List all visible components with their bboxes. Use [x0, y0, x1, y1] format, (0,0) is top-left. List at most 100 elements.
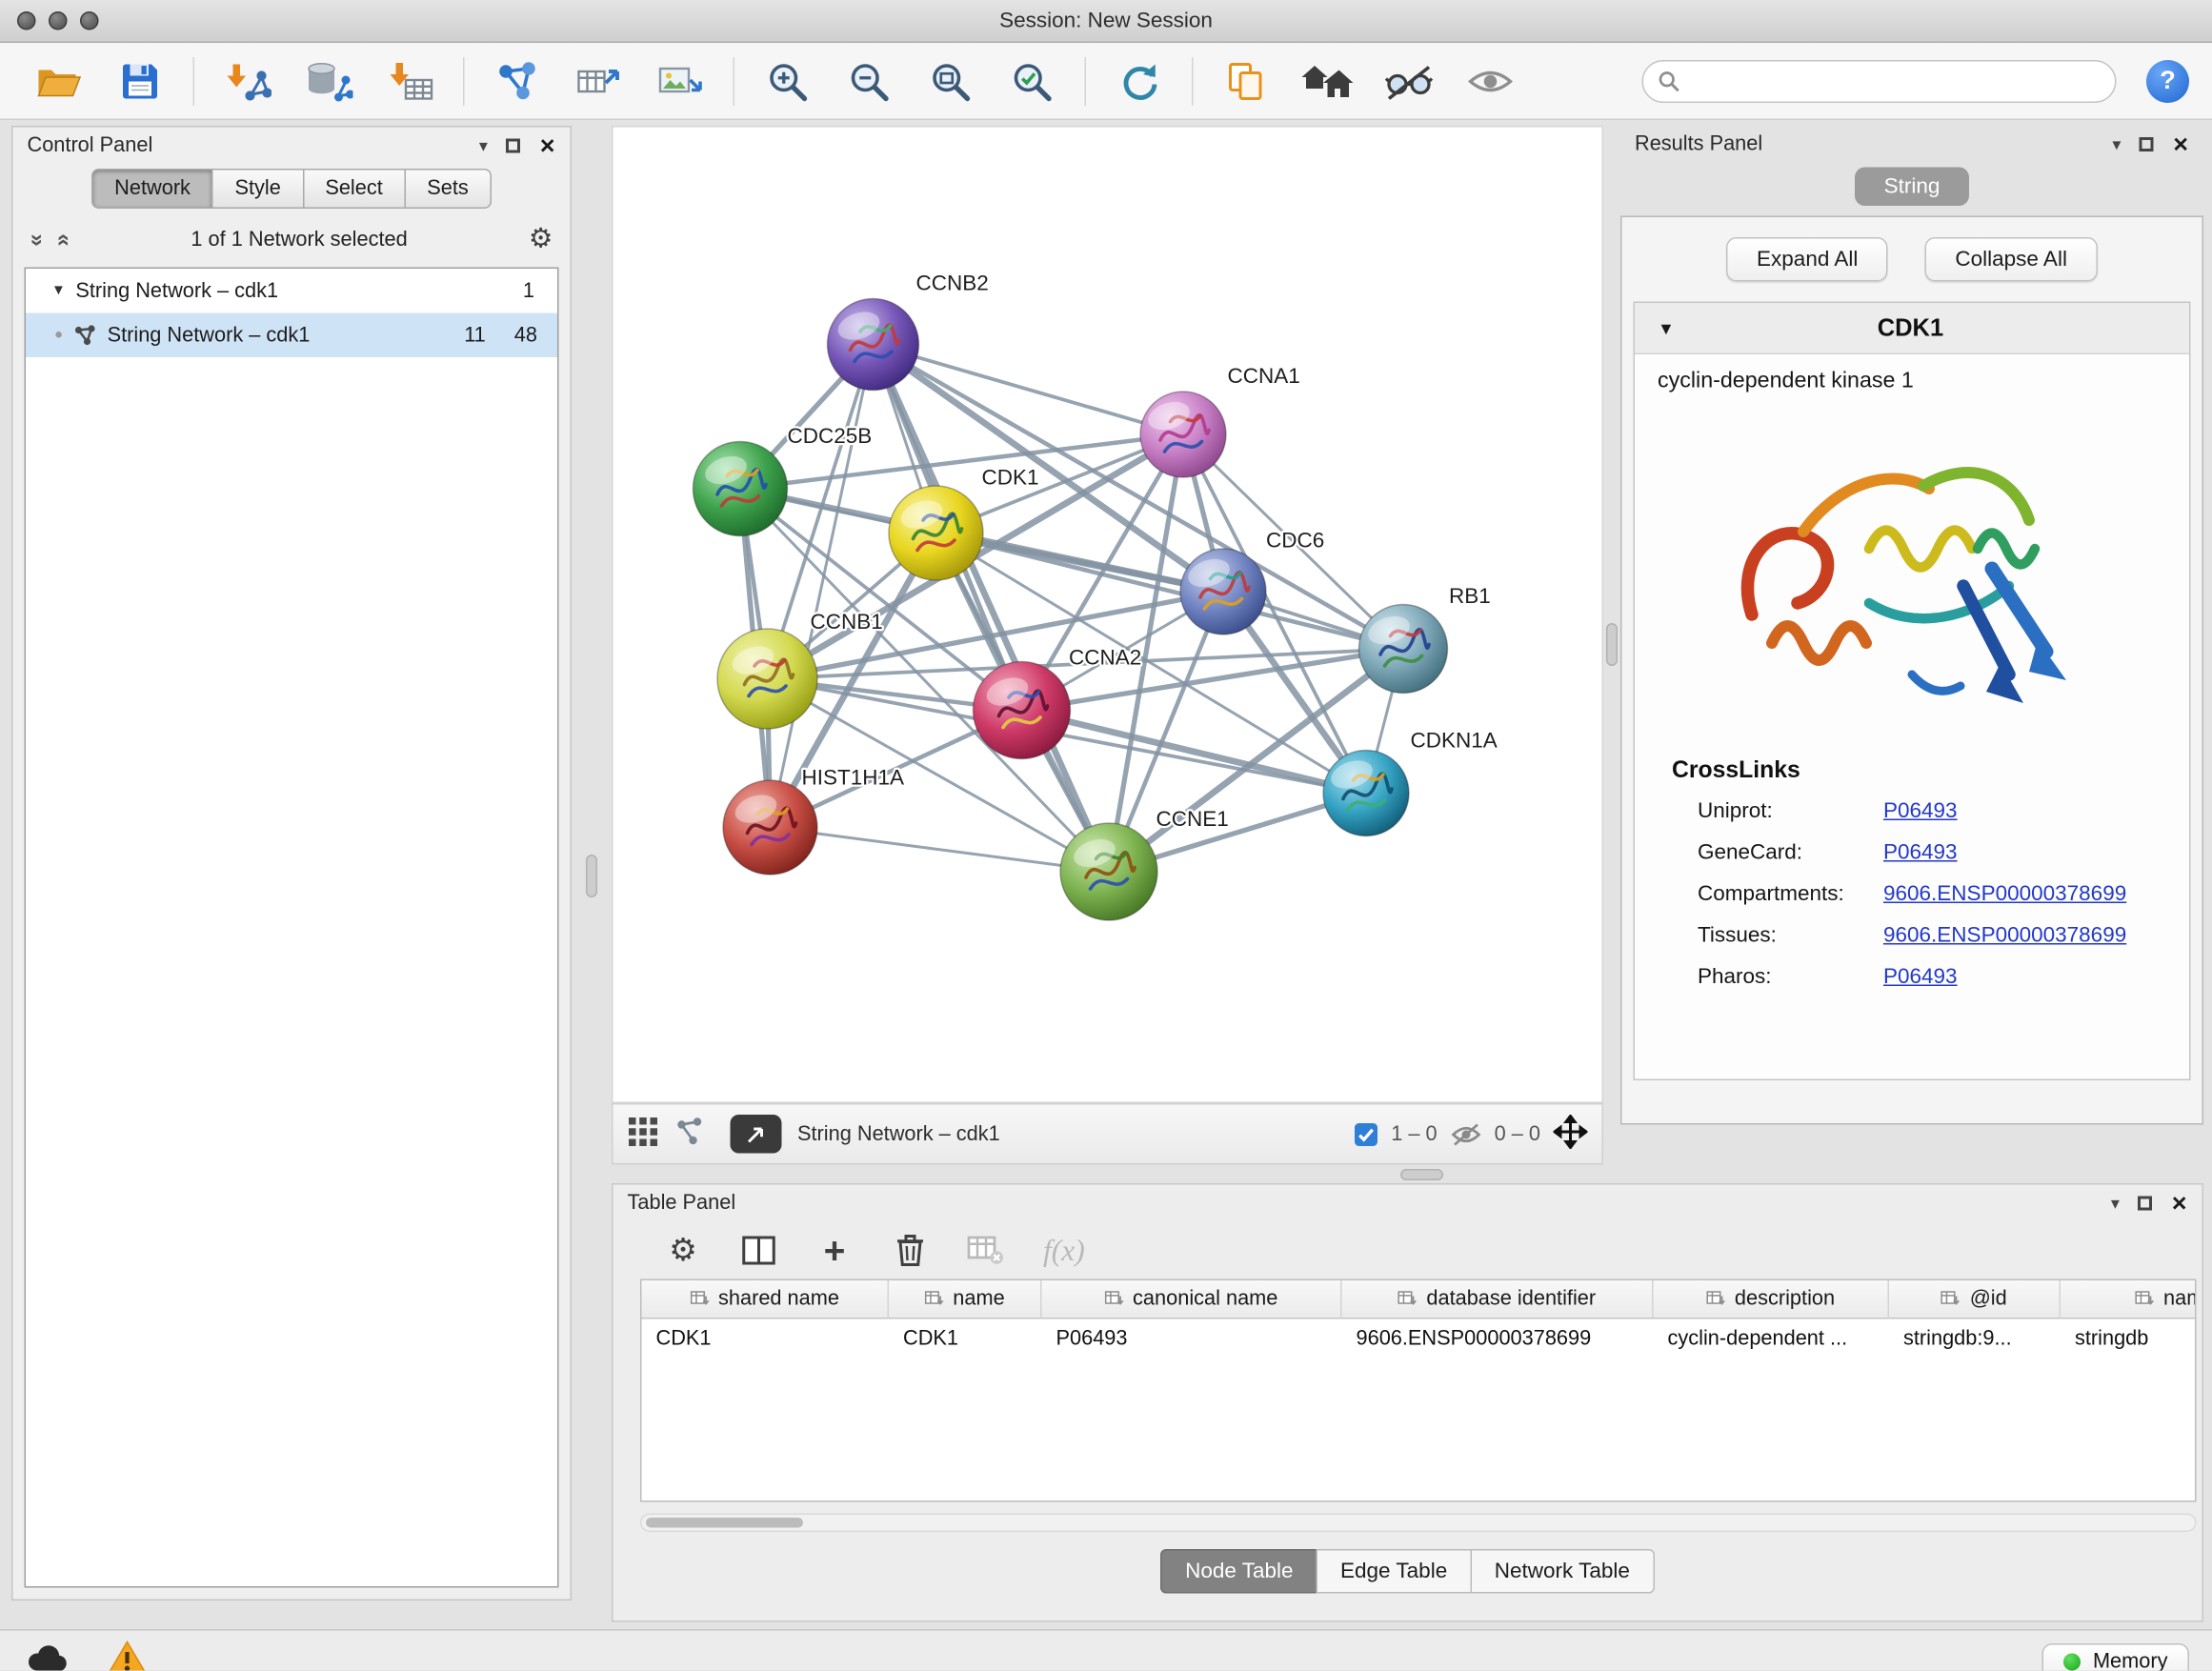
table-cell[interactable]: stringdb:9...	[1889, 1328, 2061, 1351]
tab-edge-table[interactable]: Edge Table	[1317, 1549, 1472, 1594]
table-cell[interactable]: CDK1	[889, 1328, 1042, 1351]
float-panel-icon[interactable]: ▾	[2111, 1194, 2120, 1214]
right-splitter-handle[interactable]	[1606, 623, 1618, 666]
crosslink-link[interactable]: P06493	[1883, 840, 1958, 865]
table-cell[interactable]: 9606.ENSP00000378699	[1342, 1328, 1654, 1351]
horizontal-splitter-handle[interactable]	[1400, 1169, 1443, 1180]
table-cell[interactable]: P06493	[1042, 1328, 1342, 1351]
network-node-CCNA1[interactable]: CCNA1	[1140, 364, 1300, 477]
maximize-panel-icon[interactable]	[506, 139, 520, 153]
column-header[interactable]: shared name	[642, 1280, 890, 1319]
collapse-caret-icon[interactable]: ▼	[1658, 318, 1675, 338]
zoom-selected-button[interactable]	[996, 50, 1068, 111]
network-edge[interactable]	[771, 828, 1110, 873]
tab-string[interactable]: String	[1856, 168, 1969, 207]
minimize-window-button[interactable]	[49, 11, 68, 30]
zoom-in-button[interactable]	[752, 50, 823, 111]
warnings-button[interactable]	[106, 1640, 149, 1671]
add-column-button[interactable]: +	[816, 1232, 854, 1269]
search-input[interactable]	[1691, 70, 2101, 92]
tab-node-table[interactable]: Node Table	[1161, 1549, 1317, 1594]
table-cell[interactable]: stringdb	[2061, 1328, 2197, 1351]
import-network-database-button[interactable]	[293, 50, 365, 111]
delete-table-button-disabled[interactable]	[968, 1235, 1005, 1266]
tab-network[interactable]: Network	[91, 169, 213, 209]
help-button[interactable]: ?	[2146, 59, 2189, 102]
tree-caret-icon[interactable]: ▼	[51, 283, 66, 299]
network-view[interactable]: CCNB2CCNA1CDC25BCDK1CDC6RB1CCNB1CCNA2CDK…	[612, 126, 1603, 1103]
zoom-fit-button[interactable]	[915, 50, 986, 111]
close-panel-icon[interactable]: ✕	[2172, 132, 2189, 157]
close-panel-icon[interactable]: ✕	[539, 133, 556, 158]
show-hide-button[interactable]	[1455, 50, 1526, 111]
table-settings-button[interactable]: ⚙	[665, 1235, 702, 1266]
tab-network-table[interactable]: Network Table	[1470, 1549, 1654, 1594]
column-header[interactable]: namespace	[2061, 1280, 2197, 1319]
table-row[interactable]: CDK1CDK1P064939606.ENSP00000378699cyclin…	[642, 1319, 2196, 1359]
zoom-out-button[interactable]	[834, 50, 905, 111]
detach-view-button[interactable]	[731, 1115, 782, 1154]
column-header[interactable]: @id	[1889, 1280, 2061, 1319]
close-window-button[interactable]	[17, 11, 36, 30]
network-node-RB1[interactable]: RB1	[1359, 584, 1491, 694]
search-field[interactable]	[1642, 59, 2117, 102]
copy-view-button[interactable]	[1211, 50, 1282, 111]
column-header[interactable]: canonical name	[1042, 1280, 1342, 1319]
show-columns-button[interactable]	[740, 1235, 777, 1266]
expand-all-icon[interactable]: »	[52, 233, 75, 246]
network-collection-row[interactable]: ▼ String Network – cdk1 1	[26, 269, 557, 313]
grid-view-button[interactable]	[628, 1116, 659, 1153]
network-view-mode-button[interactable]	[674, 1116, 706, 1153]
tab-style[interactable]: Style	[211, 169, 303, 209]
crosslink-link[interactable]: 9606.ENSP00000378699	[1883, 923, 2126, 948]
import-network-file-button[interactable]	[211, 50, 283, 111]
new-network-button[interactable]	[482, 50, 553, 111]
float-panel-icon[interactable]: ▾	[479, 136, 488, 156]
tab-select[interactable]: Select	[302, 169, 405, 209]
column-type-icon	[2135, 1291, 2155, 1308]
network-row-selected[interactable]: ● String Network – cdk1 11 48	[26, 313, 557, 358]
maximize-panel-icon[interactable]	[2140, 137, 2154, 151]
apply-layout-button[interactable]	[1103, 50, 1175, 111]
maximize-panel-icon[interactable]	[2138, 1197, 2152, 1211]
network-canvas[interactable]: CCNB2CCNA1CDC25BCDK1CDC6RB1CCNB1CCNA2CDK…	[613, 128, 1605, 1105]
table-cell[interactable]: cyclin-dependent ...	[1654, 1328, 1890, 1351]
network-node-CDKN1A[interactable]: CDKN1A	[1323, 729, 1498, 836]
maximize-window-button[interactable]	[80, 11, 99, 30]
collapse-all-button[interactable]: Collapse All	[1925, 237, 2098, 282]
collapse-all-icon[interactable]: »	[25, 233, 48, 246]
network-edge[interactable]	[874, 345, 1184, 435]
crosslink-link[interactable]: P06493	[1883, 799, 1958, 824]
column-header[interactable]: description	[1654, 1280, 1890, 1319]
crosslink-link[interactable]: P06493	[1883, 965, 1958, 990]
export-image-button[interactable]	[645, 50, 716, 111]
scrollbar-thumb[interactable]	[646, 1518, 803, 1528]
network-edge[interactable]	[771, 345, 874, 828]
tab-sets[interactable]: Sets	[404, 169, 492, 209]
fit-selected-button[interactable]	[1554, 1114, 1588, 1154]
memory-button[interactable]: Memory	[2041, 1642, 2189, 1671]
network-from-table-button[interactable]	[563, 50, 634, 111]
expand-all-button[interactable]: Expand All	[1727, 237, 1888, 282]
column-header[interactable]: name	[889, 1280, 1042, 1319]
open-session-button[interactable]	[23, 50, 94, 111]
cloud-button[interactable]	[23, 1641, 71, 1671]
gene-card-header[interactable]: ▼ CDK1	[1635, 303, 2189, 354]
close-panel-icon[interactable]: ✕	[2171, 1191, 2188, 1216]
crosslink-link[interactable]: 9606.ENSP00000378699	[1883, 882, 2126, 907]
table-cell[interactable]: CDK1	[642, 1328, 890, 1351]
network-edge[interactable]	[874, 345, 1110, 873]
left-splitter-handle[interactable]	[586, 855, 597, 897]
float-panel-icon[interactable]: ▾	[2112, 134, 2121, 154]
function-builder-button-disabled[interactable]: f(x)	[1043, 1233, 1085, 1269]
column-header[interactable]: database identifier	[1342, 1280, 1654, 1319]
graphics-details-button[interactable]	[1374, 50, 1445, 111]
table-horizontal-scrollbar[interactable]	[640, 1514, 2197, 1533]
network-node-HIST1H1A[interactable]: HIST1H1A	[723, 766, 904, 876]
save-session-button[interactable]	[105, 50, 176, 111]
import-table-button[interactable]	[374, 50, 446, 111]
delete-column-button[interactable]	[892, 1234, 929, 1268]
network-options-gear-icon[interactable]: ⚙	[529, 226, 553, 253]
overview-button[interactable]	[1292, 50, 1363, 111]
network-node-CDK1[interactable]: CDK1	[889, 466, 1039, 581]
